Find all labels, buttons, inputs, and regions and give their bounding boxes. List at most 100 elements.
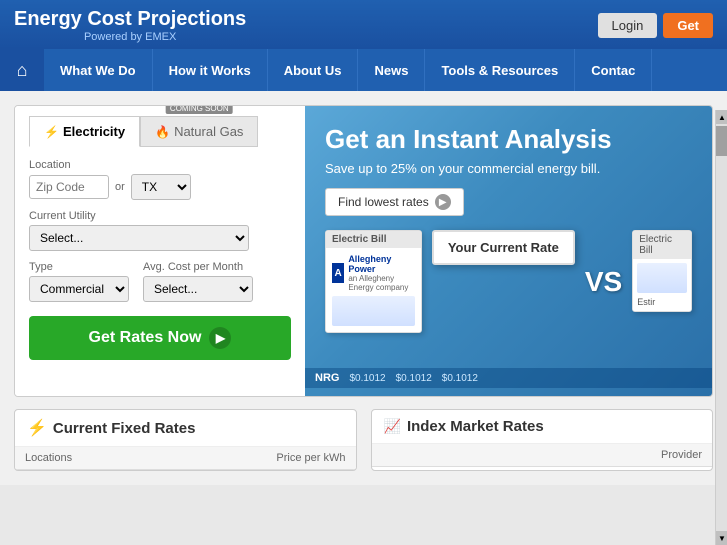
index-rates-panel: 📈 Index Market Rates Provider	[371, 409, 714, 471]
type-label: Type	[29, 261, 129, 273]
allegheny-logo: A Allegheny Power an Allegheny Energy co…	[332, 254, 415, 292]
nav-item-about-us[interactable]: About Us	[268, 49, 359, 91]
bill-card-2-body: Estir	[633, 259, 691, 311]
find-rates-arrow-icon: ▶	[435, 194, 451, 210]
state-select[interactable]: TX CA NY	[131, 174, 191, 200]
allegheny-sub: an Allegheny Energy company	[348, 274, 415, 292]
nav-label-about-us: About Us	[284, 63, 342, 78]
utility-label: Current Utility	[29, 210, 291, 222]
find-rates-label: Find lowest rates	[338, 195, 429, 209]
vertical-scrollbar[interactable]: ▲ ▼	[715, 110, 727, 545]
get-rates-arrow-icon: ▶	[209, 327, 231, 349]
col-locations: Locations	[25, 452, 226, 464]
index-rates-icon: 📈	[384, 418, 401, 435]
nav-bar: ⌂ What We Do How it Works About Us News …	[0, 49, 727, 91]
nav-label-news: News	[374, 63, 408, 78]
right-banner: Get an Instant Analysis Save up to 25% o…	[305, 106, 712, 396]
tab-natural-gas[interactable]: COMING SOON 🔥 Natural Gas	[140, 116, 258, 147]
fixed-rates-table-header: Locations Price per kWh	[15, 447, 356, 470]
fixed-rates-icon: ⚡	[27, 418, 47, 438]
est-label: Estir	[637, 297, 687, 307]
nav-item-contact[interactable]: Contac	[575, 49, 652, 91]
your-current-rate-box: Your Current Rate	[432, 230, 575, 265]
nav-label-what-we-do: What We Do	[60, 63, 136, 78]
nav-item-tools[interactable]: Tools & Resources	[425, 49, 575, 91]
bill-card-1-body: A Allegheny Power an Allegheny Energy co…	[326, 248, 421, 332]
nav-label-contact: Contac	[591, 63, 635, 78]
index-rates-table-header: Provider	[372, 444, 713, 467]
bill-graph2-placeholder	[637, 263, 687, 293]
home-nav-button[interactable]: ⌂	[0, 49, 44, 91]
nav-item-what-we-do[interactable]: What We Do	[44, 49, 153, 91]
bill-comparison: Electric Bill A Allegheny Power an Alleg…	[325, 230, 692, 333]
col-price-kwh: Price per kWh	[226, 452, 346, 464]
tab-electricity[interactable]: ⚡ Electricity	[29, 116, 140, 147]
or-text: or	[115, 181, 125, 193]
get-rates-label: Get Rates Now	[89, 329, 202, 347]
type-subgroup: Type Commercial Residential	[29, 261, 129, 302]
utility-select[interactable]: Select...	[29, 225, 249, 251]
location-group: Location or TX CA NY	[29, 159, 291, 200]
bill-card-1-header: Electric Bill	[326, 231, 421, 248]
nrg-bar: NRG $0.1012 $0.1012 $0.1012	[305, 368, 712, 388]
lightning-icon: ⚡	[44, 125, 59, 139]
location-label: Location	[29, 159, 291, 171]
fixed-rates-panel: ⚡ Current Fixed Rates Locations Price pe…	[14, 409, 357, 471]
banner-title: Get an Instant Analysis	[325, 124, 692, 155]
fixed-rates-label: Current Fixed Rates	[53, 420, 196, 437]
allegheny-name-group: Allegheny Power an Allegheny Energy comp…	[348, 254, 415, 292]
bill-card-1: Electric Bill A Allegheny Power an Alleg…	[325, 230, 422, 333]
scroll-thumb[interactable]	[716, 126, 727, 156]
main-content: ⚡ Electricity COMING SOON 🔥 Natural Gas …	[0, 91, 727, 485]
app-title: Energy Cost Projections	[14, 8, 246, 31]
price-tag-2: $0.1012	[396, 373, 432, 384]
avg-cost-label: Avg. Cost per Month	[143, 261, 253, 273]
vs-label: VS	[585, 266, 622, 298]
zip-input[interactable]	[29, 175, 109, 199]
utility-group: Current Utility Select...	[29, 210, 291, 251]
bill-card-2-header: Electric Bill	[633, 231, 691, 259]
get-rates-button[interactable]: Get Rates Now ▶	[29, 316, 291, 360]
tab-natural-gas-label: Natural Gas	[174, 124, 243, 139]
type-cost-group: Type Commercial Residential Avg. Cost pe…	[29, 261, 291, 302]
avg-cost-subgroup: Avg. Cost per Month Select...	[143, 261, 253, 302]
price-tag-1: $0.1012	[349, 373, 385, 384]
allegheny-name: Allegheny Power	[348, 254, 415, 274]
header-actions: Login Get	[598, 13, 713, 38]
price-tag-3: $0.1012	[442, 373, 478, 384]
scroll-up-button[interactable]: ▲	[716, 110, 727, 124]
avg-cost-select[interactable]: Select...	[143, 276, 253, 302]
index-rates-label: Index Market Rates	[407, 418, 544, 435]
find-lowest-rates-button[interactable]: Find lowest rates ▶	[325, 188, 464, 216]
fixed-rates-header: ⚡ Current Fixed Rates	[15, 410, 356, 447]
nav-item-news[interactable]: News	[358, 49, 425, 91]
bill-card-2: Electric Bill Estir	[632, 230, 692, 312]
location-row: or TX CA NY	[29, 174, 291, 200]
flame-icon: 🔥	[155, 125, 170, 139]
login-button[interactable]: Login	[598, 13, 658, 38]
bottom-section: ⚡ Current Fixed Rates Locations Price pe…	[14, 409, 713, 471]
coming-soon-badge: COMING SOON	[166, 105, 233, 114]
col-provider: Provider	[382, 449, 703, 461]
header-branding: Energy Cost Projections Powered by EMEX	[14, 8, 246, 43]
energy-tabs: ⚡ Electricity COMING SOON 🔥 Natural Gas	[29, 116, 291, 147]
left-panel: ⚡ Electricity COMING SOON 🔥 Natural Gas …	[15, 106, 305, 396]
index-rates-header: 📈 Index Market Rates	[372, 410, 713, 444]
home-icon: ⌂	[17, 60, 28, 81]
bill-graph-placeholder	[332, 296, 415, 326]
nav-label-tools: Tools & Resources	[441, 63, 558, 78]
app-subtitle: Powered by EMEX	[14, 31, 246, 43]
get-button[interactable]: Get	[663, 13, 713, 38]
type-select[interactable]: Commercial Residential	[29, 276, 129, 302]
nrg-label: NRG	[315, 372, 339, 384]
banner-subtitle: Save up to 25% on your commercial energy…	[325, 161, 692, 176]
allegheny-icon: A	[332, 263, 344, 283]
scroll-down-button[interactable]: ▼	[716, 531, 727, 545]
type-cost-row: Type Commercial Residential Avg. Cost pe…	[29, 261, 291, 302]
header: Energy Cost Projections Powered by EMEX …	[0, 0, 727, 49]
tab-electricity-label: Electricity	[63, 124, 125, 139]
nav-label-how-it-works: How it Works	[169, 63, 251, 78]
content-row: ⚡ Electricity COMING SOON 🔥 Natural Gas …	[14, 105, 713, 397]
nav-item-how-it-works[interactable]: How it Works	[153, 49, 268, 91]
your-rate-container: Your Current Rate	[432, 230, 575, 265]
